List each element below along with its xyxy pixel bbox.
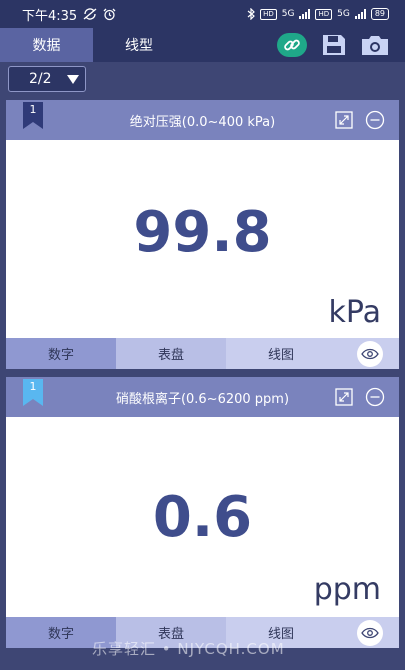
save-icon[interactable] <box>321 33 347 57</box>
tab-line[interactable]: 线型 <box>93 28 185 62</box>
chevron-down-icon <box>67 74 79 84</box>
reading-value: 0.6 <box>152 485 253 550</box>
status-time: 下午4:35 <box>22 8 78 24</box>
panel-body: 99.8 kPa <box>6 140 399 338</box>
panel-index: 1 <box>29 103 37 116</box>
watermark: 乐享轻汇 • NJYCQH.COM <box>92 640 285 658</box>
tab-digital[interactable]: 数字 <box>6 338 116 369</box>
page-selector-value: 2/2 <box>29 71 52 87</box>
hd-badge-2: HD <box>315 8 333 20</box>
sensor-panel-2: 1 硝酸根离子(0.6~6200 ppm) 0.6 ppm 数字 表盘 线图 <box>6 377 399 648</box>
alarm-icon <box>103 8 116 20</box>
bookmark-icon: 1 <box>23 102 43 129</box>
panel-view-tabs: 数字 表盘 线图 <box>6 338 399 369</box>
minus-circle-icon[interactable] <box>365 110 385 130</box>
bookmark-icon: 1 <box>23 379 43 406</box>
camera-icon[interactable] <box>361 34 389 56</box>
eye-icon <box>361 348 379 360</box>
page-selector[interactable]: 2/2 <box>8 66 86 92</box>
minus-circle-icon[interactable] <box>365 387 385 407</box>
link-icon <box>284 39 300 51</box>
network-gen-1: 5G <box>281 9 295 19</box>
bluetooth-icon <box>247 8 255 20</box>
status-bar: 下午4:35 HD 5G HD 5G 89 <box>0 0 405 28</box>
panel-title: 绝对压强(0.0~400 kPa) <box>129 114 276 130</box>
reading-value: 99.8 <box>133 200 272 265</box>
panel-body: 0.6 ppm <box>6 417 399 617</box>
eye-icon <box>361 627 379 639</box>
hd-badge-1: HD <box>260 8 277 20</box>
eye-button[interactable] <box>357 341 383 367</box>
panel-title: 硝酸根离子(0.6~6200 ppm) <box>115 391 290 407</box>
no-sync-icon <box>83 8 97 20</box>
panel-header: 1 绝对压强(0.0~400 kPa) <box>6 100 399 140</box>
signal-icon-2 <box>354 9 366 19</box>
panel-header: 1 硝酸根离子(0.6~6200 ppm) <box>6 377 399 417</box>
tab-line-chart[interactable]: 线图 <box>226 338 336 369</box>
network-gen-2: 5G <box>337 9 350 19</box>
sensor-panel-1: 1 绝对压强(0.0~400 kPa) 99.8 kPa 数字 表盘 线图 <box>6 100 399 369</box>
reading-unit: ppm <box>313 572 381 607</box>
reading-unit: kPa <box>328 295 382 330</box>
eye-button[interactable] <box>357 620 383 646</box>
expand-icon[interactable] <box>335 388 353 406</box>
tab-data[interactable]: 数据 <box>0 28 93 62</box>
tab-dial[interactable]: 表盘 <box>116 338 226 369</box>
link-button[interactable] <box>277 33 307 57</box>
top-tab-bar: 数据 线型 <box>0 28 405 62</box>
panel-index: 1 <box>29 380 37 393</box>
battery-icon: 89 <box>370 8 389 20</box>
expand-icon[interactable] <box>335 111 353 129</box>
signal-icon-1 <box>299 9 311 19</box>
